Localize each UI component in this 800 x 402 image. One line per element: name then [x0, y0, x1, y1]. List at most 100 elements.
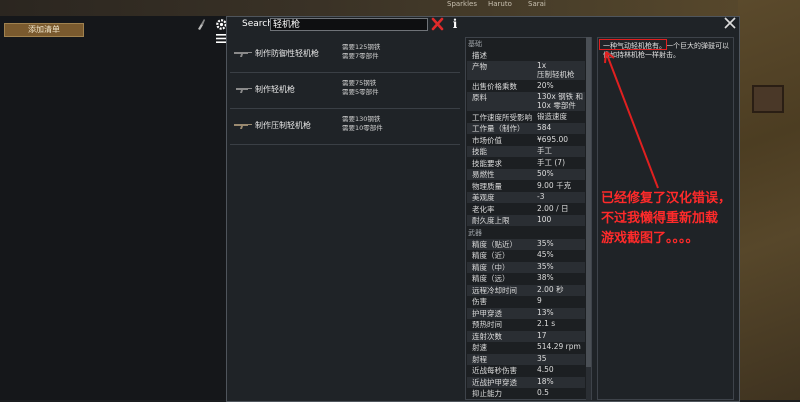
stat-label: 近战每秒伤害 [472, 366, 517, 376]
info-icon[interactable]: i [450, 17, 460, 31]
annotation-arrow [604, 51, 659, 189]
stat-row[interactable]: 近战护甲穿透 18% [467, 376, 585, 388]
stat-row[interactable]: 产物 1x 压制轻机枪 [467, 61, 585, 80]
stat-label: 工作速度所受影响 [472, 112, 532, 122]
recipe-req-steel: 需要125钢铁 [342, 43, 381, 51]
stat-value: 100 [537, 215, 552, 225]
stat-row[interactable]: 护甲穿透 13% [467, 307, 585, 319]
recipe-row[interactable]: 制作轻机枪 需要75钢铁 需要5零部件 [230, 72, 460, 109]
stats-panel[interactable]: 基础 描述 武器 产物 1x 压制轻机枪 出售价格乘数 20% 原料 130x 钢铁 和 … [465, 37, 592, 400]
stat-row[interactable]: 射速 514.29 rpm [467, 342, 585, 353]
stat-label: 技能 [472, 147, 487, 157]
stat-label: 工作量（制作） [472, 124, 525, 134]
stat-row[interactable]: 技能要求 手工 (7) [467, 158, 585, 169]
clear-icon[interactable] [431, 17, 444, 31]
stat-row[interactable]: 原料 130x 钢铁 和 10x 零部件 [467, 92, 585, 112]
stat-value: 9 [537, 296, 542, 306]
stat-row[interactable]: 精度（中） 35% [467, 261, 585, 273]
stat-row[interactable]: 工作量（制作） 584 [467, 123, 585, 135]
stat-value: 9.00 千克 [537, 180, 572, 190]
recipe-req-parts: 需要7零部件 [342, 52, 379, 60]
add-bill-button[interactable]: 添加清单 [4, 23, 84, 37]
stats-scrollbar-thumb[interactable] [586, 37, 591, 367]
stat-value: ¥695.00 [537, 134, 569, 144]
stat-label: 近战护甲穿透 [472, 377, 517, 387]
search-label: Search [242, 19, 273, 29]
stat-row[interactable]: 工作速度所受影响 锻造速度 [467, 112, 585, 123]
stat-row[interactable]: 远程冷却时间 2.00 秒 [467, 284, 585, 296]
brush-icon[interactable] [196, 18, 206, 30]
recipe-row[interactable]: 制作压制轻机枪 需要130钢铁 需要10零部件 [230, 108, 460, 145]
stat-value: 2.1 s [537, 319, 556, 329]
close-icon[interactable] [724, 17, 736, 29]
stat-value: 35% [537, 238, 554, 248]
map-top-strip: Sparkles Haruto Sarai [0, 0, 800, 16]
rifle-icon [234, 52, 252, 57]
stat-row[interactable]: 易燃性 50% [467, 169, 585, 181]
stat-row[interactable]: 耐久度上限 100 [467, 215, 585, 227]
stat-row[interactable]: 技能 手工 [467, 146, 585, 158]
stat-value: 35% [537, 261, 554, 271]
stat-row[interactable]: 精度（近） 45% [467, 250, 585, 261]
recipe-name: 制作防御性轻机枪 [255, 49, 319, 58]
stat-value: 17 [537, 330, 547, 340]
stat-label: 描述 [472, 51, 487, 60]
stat-label: 精度（远） [472, 274, 510, 284]
stat-label: 远程冷却时间 [472, 285, 517, 295]
stat-row[interactable]: 老化率 2.00 / 日 [467, 204, 585, 215]
stat-label: 护甲穿透 [472, 308, 502, 318]
stat-label: 美观度 [472, 193, 495, 203]
stat-value: 锻造速度 [537, 111, 567, 121]
stat-value: 1x 压制轻机枪 [537, 61, 575, 79]
stat-value: 130x 钢铁 和 10x 零部件 [537, 92, 584, 111]
stat-row[interactable]: 精度（远） 38% [467, 273, 585, 284]
pawn-label-2[interactable]: Haruto [488, 0, 512, 8]
pawn-label-1[interactable]: Sparkles [447, 0, 477, 8]
stat-value: -3 [537, 192, 545, 202]
recipe-requirements: 需要125钢铁 需要7零部件 [342, 43, 380, 61]
stat-row[interactable]: 近战每秒伤害 4.50 [467, 365, 585, 376]
stat-row[interactable]: 美观度 -3 [467, 192, 585, 204]
recipe-row[interactable]: 制作防御性轻机枪 需要125钢铁 需要7零部件 [230, 36, 460, 73]
pawn-label-3[interactable]: Sarai [528, 0, 546, 8]
stat-label: 抑止能力 [472, 389, 502, 399]
map-crate[interactable] [752, 85, 784, 113]
stat-label: 预热时间 [472, 320, 502, 330]
stat-value: 35 [537, 353, 547, 363]
section-header-weapon: 武器 [468, 228, 482, 237]
annotation-text: 已经修复了汉化错误， 不过我懒得重新加载 游戏截图了。。。。 [601, 191, 732, 246]
search-input[interactable]: 轻机枪 [270, 18, 428, 31]
stat-label: 精度（贴近） [472, 239, 517, 249]
recipe-name: 制作轻机枪 [255, 85, 295, 94]
stat-row[interactable]: 连射次数 17 [467, 330, 585, 342]
stat-row[interactable]: 抑止能力 0.5 [467, 388, 585, 399]
stat-value: 0.5 [537, 388, 549, 398]
stat-value: 50% [537, 169, 554, 179]
stat-value: 2.00 / 日 [537, 203, 569, 213]
stat-label: 连射次数 [472, 331, 502, 341]
recipe-list: 制作防御性轻机枪 需要125钢铁 需要7零部件 制作轻机枪 需要75钢铁 需要5… [230, 36, 460, 146]
stat-label: 耐久度上限 [472, 216, 510, 226]
stat-value: 514.29 rpm [537, 342, 581, 352]
stat-label: 产物 [472, 62, 487, 71]
stat-row[interactable]: 射程 35 [467, 353, 585, 365]
rifle-icon [234, 124, 252, 129]
stat-label: 伤害 [472, 297, 487, 307]
recipe-req-steel: 需要75钢铁 [342, 79, 377, 87]
stat-row[interactable]: 市场价值 ¥695.00 [467, 135, 585, 146]
recipe-req-steel: 需要130钢铁 [342, 115, 381, 123]
stat-value: 4.50 [537, 365, 554, 375]
stat-row[interactable]: 出售价格乘数 20% [467, 81, 585, 92]
stat-row[interactable]: 预热时间 2.1 s [467, 319, 585, 330]
stat-value: 20% [537, 80, 554, 90]
stat-label: 射程 [472, 354, 487, 364]
stat-row[interactable]: 伤害 9 [467, 296, 585, 307]
stat-value: 584 [537, 123, 552, 133]
stat-row[interactable]: 物理质量 9.00 千克 [467, 181, 585, 192]
stat-label: 易燃性 [472, 170, 495, 180]
rifle-icon [236, 88, 252, 93]
stat-row[interactable]: 精度（贴近） 35% [467, 238, 585, 250]
stat-value: 38% [537, 273, 554, 283]
stat-value: 手工 [537, 146, 552, 156]
recipe-name: 制作压制轻机枪 [255, 121, 311, 130]
